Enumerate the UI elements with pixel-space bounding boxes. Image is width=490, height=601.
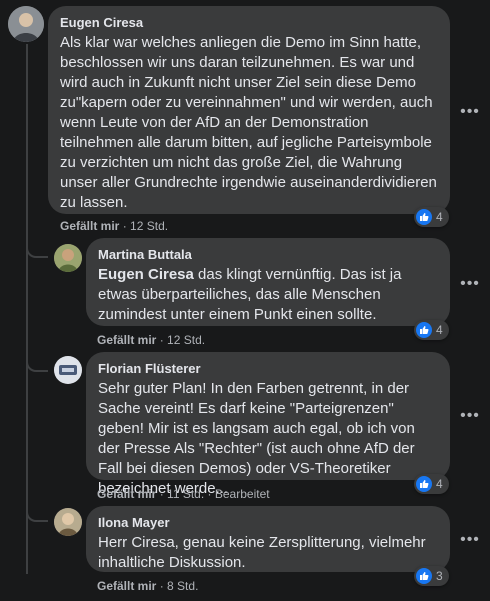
reply-text: Herr Ciresa, genau keine Zersplitterung,… [98,534,426,571]
reply-text: Sehr guter Plan! In den Farben getrennt,… [98,380,415,497]
thumbs-up-icon [416,322,432,338]
separator: · [207,487,215,501]
thumbs-up-icon [416,476,432,492]
reaction-count[interactable]: 4 [414,474,449,494]
reply-author[interactable]: Florian Flüsterer [98,360,438,377]
more-options-icon[interactable]: ••• [458,272,482,296]
reaction-number: 4 [436,210,443,224]
avatar[interactable] [54,244,82,272]
reply-meta: Gefällt mir · 8 Std. [97,578,198,594]
reply-author[interactable]: Martina Buttala [98,246,438,263]
comment-text: Als klar war welches anliegen die Demo i… [60,34,437,211]
avatar-image [54,244,82,272]
more-options-icon[interactable]: ••• [458,528,482,552]
like-button[interactable]: Gefällt mir [97,579,156,593]
comment-author[interactable]: Eugen Ciresa [60,14,438,31]
reply-text: Eugen Ciresa das klingt vernünftig. Das … [98,265,438,325]
reply-author[interactable]: Ilona Mayer [98,514,438,531]
timestamp[interactable]: 12 Std. [130,219,168,233]
avatar-image [54,508,82,536]
thumbs-up-icon [416,209,432,225]
like-button[interactable]: Gefällt mir [60,219,119,233]
reaction-number: 4 [436,477,443,491]
edited-label: Bearbeitet [214,487,270,501]
separator: · [159,333,168,347]
reply-meta: Gefällt mir · 11 Std. · Bearbeitet [97,486,270,502]
reaction-count[interactable]: 3 [414,566,449,586]
reply-branch [26,230,48,258]
mention-link[interactable]: Eugen Ciresa [98,266,194,283]
timestamp[interactable]: 12 Std. [167,333,205,347]
more-options-icon[interactable]: ••• [458,100,482,124]
comment-meta: Gefällt mir · 12 Std. [60,218,168,234]
more-options-icon[interactable]: ••• [458,404,482,428]
reply-branch [26,330,48,372]
reaction-number: 3 [436,569,443,583]
reply-meta: Gefällt mir · 12 Std. [97,332,205,348]
reaction-count[interactable]: 4 [414,320,449,340]
reaction-count[interactable]: 4 [414,207,449,227]
comment-bubble: Eugen Ciresa Als klar war welches anlieg… [48,6,450,214]
reaction-number: 4 [436,323,443,337]
reply-bubble: Martina Buttala Eugen Ciresa das klingt … [86,238,450,326]
avatar-image [54,356,82,384]
avatar[interactable] [54,508,82,536]
like-button[interactable]: Gefällt mir [97,487,156,501]
reply-branch [26,480,48,522]
timestamp[interactable]: 8 Std. [167,579,198,593]
thumbs-up-icon [416,568,432,584]
avatar[interactable] [54,356,82,384]
separator: · [159,579,168,593]
like-button[interactable]: Gefällt mir [97,333,156,347]
timestamp[interactable]: 11 Std. [167,487,204,501]
avatar-image [8,6,44,42]
separator: · [122,219,131,233]
reply-bubble: Florian Flüsterer Sehr guter Plan! In de… [86,352,450,497]
separator: · [159,487,168,501]
reply-bubble: Ilona Mayer Herr Ciresa, genau keine Zer… [86,506,450,572]
avatar[interactable] [8,6,44,42]
